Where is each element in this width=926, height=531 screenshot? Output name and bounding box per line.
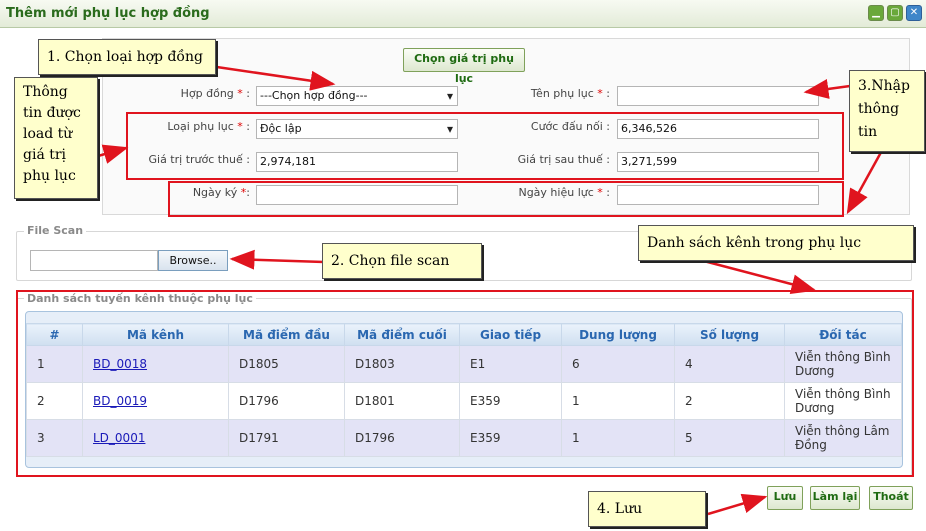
arrow-step3-name [803, 79, 851, 99]
callout-channel-list: Danh sách kênh trong phụ lục [638, 225, 914, 261]
arrow-step2 [229, 249, 325, 270]
arrow-step1 [209, 64, 336, 91]
arrow-channel-list [699, 258, 817, 294]
callout-info-loaded: Thông tin được load từ giá trị phụ lục [14, 77, 98, 199]
arrow-step4 [707, 493, 768, 516]
callout-step4: 4. Lưu [588, 491, 706, 527]
callout-step2: 2. Chọn file scan [322, 243, 482, 279]
callout-step3: 3.Nhập thông tin [849, 70, 925, 152]
callout-step1: 1. Chọn loại hợp đồng [38, 39, 216, 75]
